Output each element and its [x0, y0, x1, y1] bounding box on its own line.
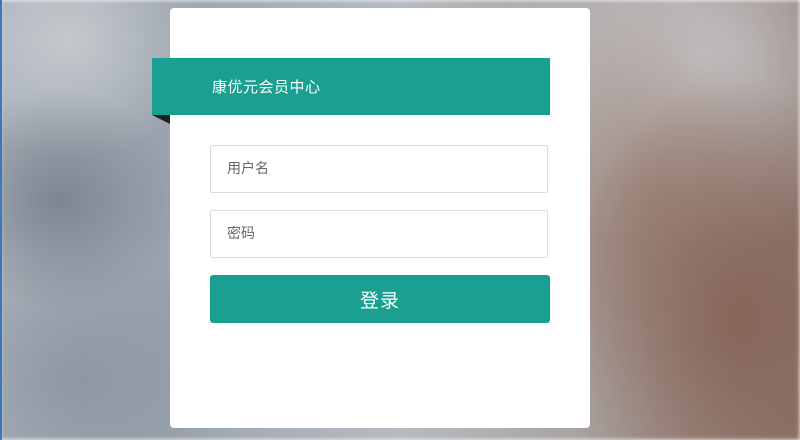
username-input[interactable]: [210, 145, 548, 193]
ribbon-fold: [152, 115, 170, 124]
password-input[interactable]: [210, 210, 548, 258]
left-edge-line: [0, 0, 2, 440]
login-button[interactable]: 登录: [210, 275, 550, 323]
page-title: 康优元会员中心: [212, 78, 321, 96]
